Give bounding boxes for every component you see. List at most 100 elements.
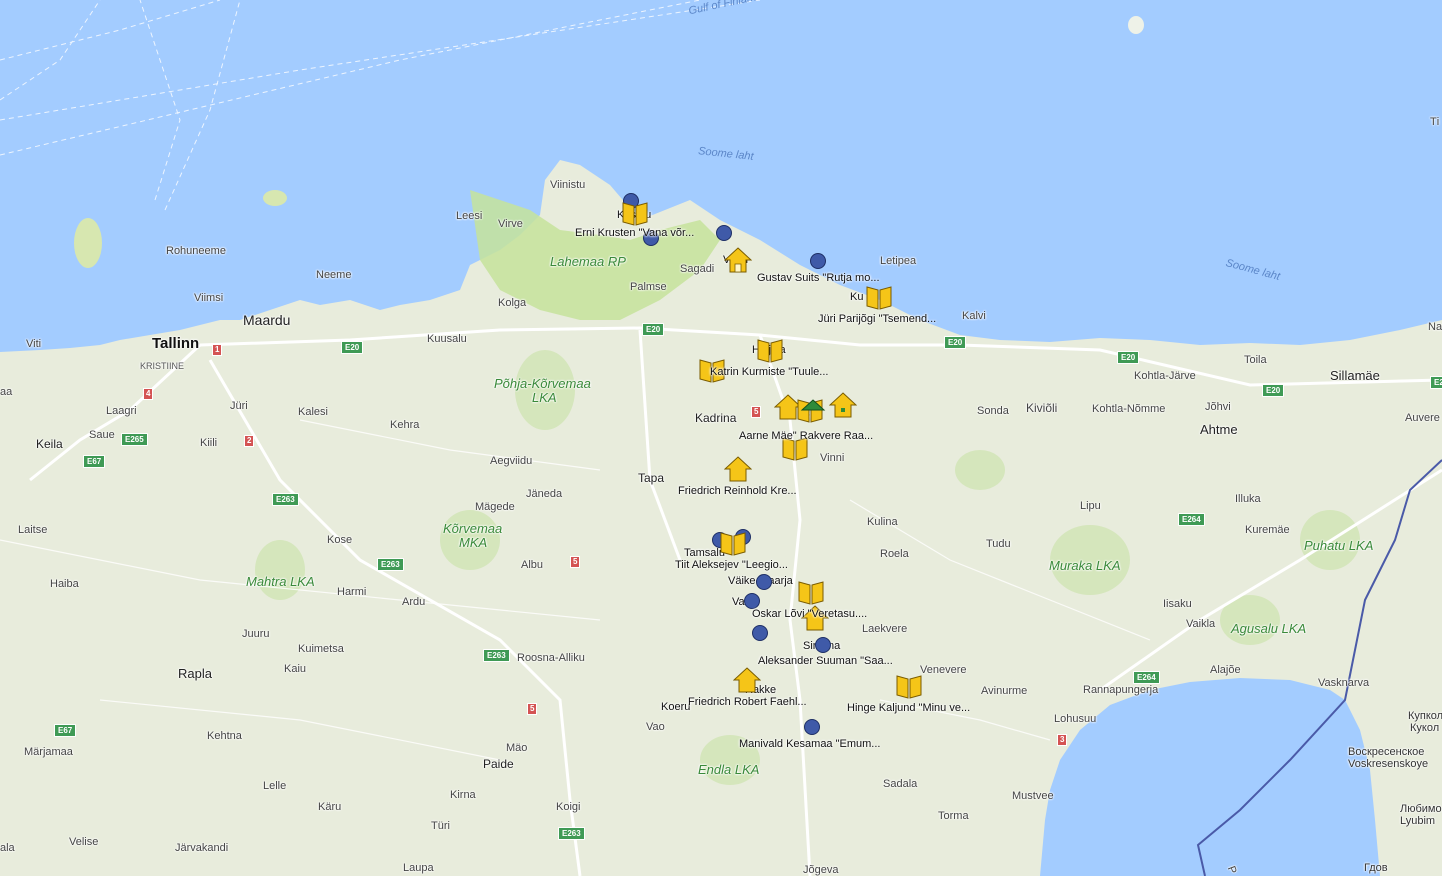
road-shield-e264: E264 — [1178, 513, 1205, 526]
place-kalvi: Kalvi — [962, 310, 986, 322]
location-dot-marker[interactable] — [756, 574, 772, 590]
marker-label-kreutzwald[interactable]: Friedrich Reinhold Kre... — [678, 485, 797, 497]
place-marjamaa: Märjamaa — [24, 746, 73, 758]
place-vinni: Vinni — [820, 452, 845, 464]
book-marker-icon[interactable] — [756, 336, 784, 364]
park-lahemaa: Lahemaa RP — [550, 254, 626, 269]
location-dot-marker[interactable] — [744, 593, 760, 609]
book-marker-icon[interactable] — [621, 199, 649, 227]
marker-label-lovi[interactable]: Oskar Lõvi "Veretasu.... — [752, 608, 867, 620]
place-lelle: Lelle — [263, 780, 287, 792]
place-toila: Toila — [1244, 354, 1267, 366]
place-tudu: Tudu — [986, 538, 1011, 550]
road-shield-5: 5 — [570, 556, 581, 568]
place-torma: Torma — [938, 810, 969, 822]
place-haiba: Haiba — [50, 578, 79, 590]
place-avinurme: Avinurme — [981, 685, 1028, 697]
place-illuka: Illuka — [1235, 493, 1261, 505]
location-dot-marker[interactable] — [752, 625, 768, 641]
park-puhatu: Puhatu LKA — [1304, 538, 1374, 553]
place-kristiine: KRISTIINE — [140, 361, 185, 371]
place-tallinn: Tallinn — [152, 335, 200, 352]
park-mahtra: Mahtra LKA — [246, 574, 315, 589]
place-lipu: Lipu — [1080, 500, 1101, 512]
road-shield-e263: E263 — [377, 558, 404, 571]
book-marker-icon[interactable] — [865, 283, 893, 311]
marker-label-kesamaa[interactable]: Manivald Kesamaa "Emum... — [739, 738, 880, 750]
place-voskresenskoe: Воскресенское — [1348, 746, 1425, 758]
road-shield-e67: E67 — [54, 724, 77, 737]
road-shield-e20: E20 — [341, 341, 364, 354]
road-shield-e20: E20 — [944, 336, 967, 349]
place-kuusalu: Kuusalu — [427, 333, 467, 345]
house-marker-icon[interactable] — [829, 391, 857, 419]
place-na: Na — [1428, 321, 1442, 333]
marker-label-parijogi[interactable]: Jüri Parijõgi "Tsemend... — [818, 313, 936, 325]
marker-label-kurmiste[interactable]: Katrin Kurmiste "Tuule... — [710, 366, 828, 378]
house-marker-icon[interactable] — [724, 455, 752, 483]
place-saue: Saue — [89, 429, 115, 441]
place-ala: ala — [0, 842, 15, 854]
house-marker-icon[interactable] — [733, 666, 761, 694]
place-laupa: Laupa — [403, 862, 434, 874]
location-dot-marker[interactable] — [810, 253, 826, 269]
place-kukol: Кукол — [1410, 722, 1440, 734]
road-shield-4: 4 — [143, 388, 154, 400]
marker-label-aleksejev[interactable]: Tiit Aleksejev "Leegio... — [675, 559, 788, 571]
place-gdov: Гдов — [1364, 862, 1388, 874]
place-kivioli: Kiviõli — [1026, 401, 1058, 415]
place-sagadi: Sagadi — [680, 263, 715, 275]
place-mao: Mäo — [506, 742, 528, 754]
place-ahtme: Ahtme — [1200, 422, 1238, 437]
marker-label-suits[interactable]: Gustav Suits "Rutja mo... — [757, 272, 880, 284]
road-shield-e265: E265 — [121, 433, 148, 446]
place-janeda: Jäneda — [526, 488, 563, 500]
park-muraka: Muraka LKA — [1049, 558, 1121, 573]
place-kiili: Kiili — [200, 437, 218, 449]
place-mustvee: Mustvee — [1012, 790, 1054, 802]
book-marker-icon[interactable] — [797, 578, 825, 606]
place-kulina: Kulina — [867, 516, 898, 528]
place-sadala: Sadala — [883, 778, 918, 790]
marker-label-mae[interactable]: Aarne Mäe" Rakvere Raa... — [739, 430, 873, 442]
place-laekvere: Laekvere — [862, 623, 908, 635]
location-dot-marker[interactable] — [804, 719, 820, 735]
marker-label-krusten[interactable]: Erni Krusten "Vana võr... — [575, 227, 694, 239]
marker-label-suuman[interactable]: Aleksander Suuman "Saa... — [758, 655, 893, 667]
location-dot-marker[interactable] — [815, 637, 831, 653]
place-johvi: Jõhvi — [1205, 401, 1231, 413]
marker-label-faehlmann[interactable]: Friedrich Robert Faehl... — [688, 696, 807, 708]
place-iisaku: Iisaku — [1163, 598, 1192, 610]
place-rannapungerja: Rannapungerja — [1083, 684, 1159, 696]
place-kunda: Ku — [850, 291, 864, 303]
place-kehra: Kehra — [390, 419, 420, 431]
marker-label-kaljund[interactable]: Hinge Kaljund "Minu ve... — [847, 702, 970, 714]
green-flag-marker-icon[interactable] — [800, 398, 826, 420]
place-viinistu: Viinistu — [550, 179, 586, 191]
road-shield-e263: E263 — [483, 649, 510, 662]
place-koeru: Koeru — [661, 701, 691, 713]
place-letipea: Letipea — [880, 255, 917, 267]
place-koigi: Koigi — [556, 801, 581, 813]
location-dot-marker[interactable] — [716, 225, 732, 241]
house-marker-icon[interactable] — [724, 246, 752, 274]
place-alajoe: Alajõe — [1210, 664, 1241, 676]
park-korvemaa: Kõrvemaa — [443, 521, 503, 536]
park-endla: Endla LKA — [698, 762, 760, 777]
road-shield-e67: E67 — [83, 455, 106, 468]
place-rapla: Rapla — [178, 666, 212, 681]
book-marker-icon[interactable] — [895, 672, 923, 700]
place-sillamae: Sillamäe — [1330, 368, 1380, 383]
book-marker-icon[interactable] — [719, 529, 747, 557]
road-shield-1: 1 — [212, 344, 223, 356]
place-kohtla-nomme: Kohtla-Nõmme — [1092, 403, 1166, 415]
road-shield-e263: E263 — [272, 493, 299, 506]
place-kaiu: Kaiu — [284, 663, 307, 675]
place-auvere: Auvere — [1405, 412, 1440, 424]
road-shield-e20: E20 — [1430, 376, 1442, 389]
place-vaikla: Vaikla — [1186, 618, 1216, 630]
place-ardu: Ardu — [402, 596, 426, 608]
road-shield-e20: E20 — [1117, 351, 1140, 364]
place-kirna: Kirna — [450, 789, 476, 801]
place-neeme: Neeme — [316, 269, 352, 281]
